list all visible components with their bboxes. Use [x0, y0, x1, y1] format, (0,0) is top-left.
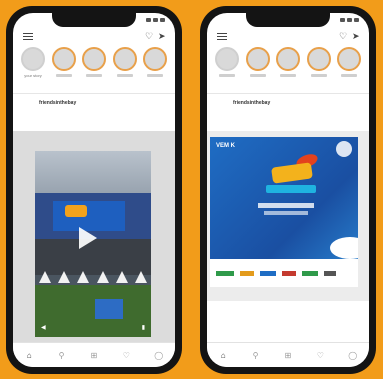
- notch: [246, 13, 330, 27]
- story-label: [249, 74, 266, 77]
- story-avatar[interactable]: [143, 47, 167, 71]
- post-media-area: VEM K: [207, 131, 369, 301]
- menu-icon[interactable]: [23, 33, 33, 40]
- story-avatar[interactable]: [112, 47, 137, 71]
- post-header: friendsinthebay: [207, 94, 369, 114]
- story-label: your story: [24, 73, 42, 78]
- send-icon[interactable]: ➤: [352, 32, 360, 41]
- top-bar: ♡ ➤: [207, 29, 369, 45]
- story-label: [147, 74, 163, 77]
- notch: [52, 13, 136, 27]
- stories-bar: your story: [13, 45, 175, 85]
- story-avatar[interactable]: [51, 47, 76, 71]
- post-header: friendsinthebay: [13, 94, 175, 114]
- sponsor-strip: [210, 259, 358, 287]
- story-avatar[interactable]: [337, 47, 361, 71]
- top-bar: ♡ ➤: [13, 29, 175, 45]
- search-icon[interactable]: ⚲: [57, 351, 67, 360]
- poster-badge: [336, 141, 352, 157]
- search-icon[interactable]: ⚲: [251, 351, 261, 360]
- phone-left: ♡ ➤ your story friendsinthebay ◀ ▮ ⌂ ⚲ ⊞…: [6, 6, 182, 374]
- story-item[interactable]: [305, 47, 333, 85]
- profile-icon[interactable]: ◯: [348, 351, 358, 360]
- story-item[interactable]: [141, 47, 169, 85]
- story-item[interactable]: [244, 47, 272, 85]
- post-media-area: ◀ ▮: [13, 131, 175, 363]
- home-icon[interactable]: ⌂: [218, 351, 228, 360]
- story-item[interactable]: [80, 47, 108, 85]
- story-avatar[interactable]: [306, 47, 331, 71]
- story-item[interactable]: [50, 47, 78, 85]
- stories-bar: [207, 45, 369, 85]
- play-icon[interactable]: [79, 227, 97, 249]
- story-avatar[interactable]: [276, 47, 300, 71]
- image-post[interactable]: VEM K: [210, 137, 358, 287]
- add-post-icon[interactable]: ⊞: [283, 351, 293, 360]
- story-avatar[interactable]: [21, 47, 45, 71]
- story-item[interactable]: your story: [19, 47, 47, 85]
- status-icons: [146, 18, 165, 22]
- post-username[interactable]: friendsinthebay: [39, 100, 76, 106]
- event-logo: [271, 162, 313, 184]
- activity-icon[interactable]: ♡: [145, 32, 153, 41]
- save-icon[interactable]: ▮: [142, 324, 145, 331]
- phone-screen: ♡ ➤ your story friendsinthebay ◀ ▮ ⌂ ⚲ ⊞…: [13, 13, 175, 367]
- menu-icon[interactable]: [217, 33, 227, 40]
- phone-screen: ♡ ➤ friendsinthebay VEM K ⌂ ⚲ ⊞ ♡ ◯: [207, 13, 369, 367]
- story-item[interactable]: [213, 47, 241, 85]
- story-label: [86, 74, 102, 77]
- home-icon[interactable]: ⌂: [24, 351, 34, 360]
- story-item[interactable]: [274, 47, 302, 85]
- mute-icon[interactable]: ◀: [41, 324, 46, 331]
- heart-icon[interactable]: ♡: [315, 351, 325, 360]
- activity-icon[interactable]: ♡: [339, 32, 347, 41]
- story-label: [116, 74, 133, 77]
- story-item[interactable]: [335, 47, 363, 85]
- status-icons: [340, 18, 359, 22]
- story-label: [219, 74, 235, 77]
- story-avatar[interactable]: [215, 47, 239, 71]
- phone-right: ♡ ➤ friendsinthebay VEM K ⌂ ⚲ ⊞ ♡ ◯: [200, 6, 376, 374]
- poster-brand: VEM K: [216, 143, 236, 149]
- send-icon[interactable]: ➤: [158, 32, 166, 41]
- post-username[interactable]: friendsinthebay: [233, 100, 270, 106]
- story-avatar[interactable]: [82, 47, 106, 71]
- heart-icon[interactable]: ♡: [121, 351, 131, 360]
- story-label: [310, 74, 327, 77]
- story-item[interactable]: [111, 47, 139, 85]
- story-label: [341, 74, 357, 77]
- add-post-icon[interactable]: ⊞: [89, 351, 99, 360]
- profile-icon[interactable]: ◯: [154, 351, 164, 360]
- bottom-nav: ⌂ ⚲ ⊞ ♡ ◯: [13, 342, 175, 367]
- story-label: [55, 74, 72, 77]
- video-post[interactable]: ◀ ▮: [35, 151, 151, 337]
- story-avatar[interactable]: [245, 47, 270, 71]
- bottom-nav: ⌂ ⚲ ⊞ ♡ ◯: [207, 342, 369, 367]
- story-label: [280, 74, 296, 77]
